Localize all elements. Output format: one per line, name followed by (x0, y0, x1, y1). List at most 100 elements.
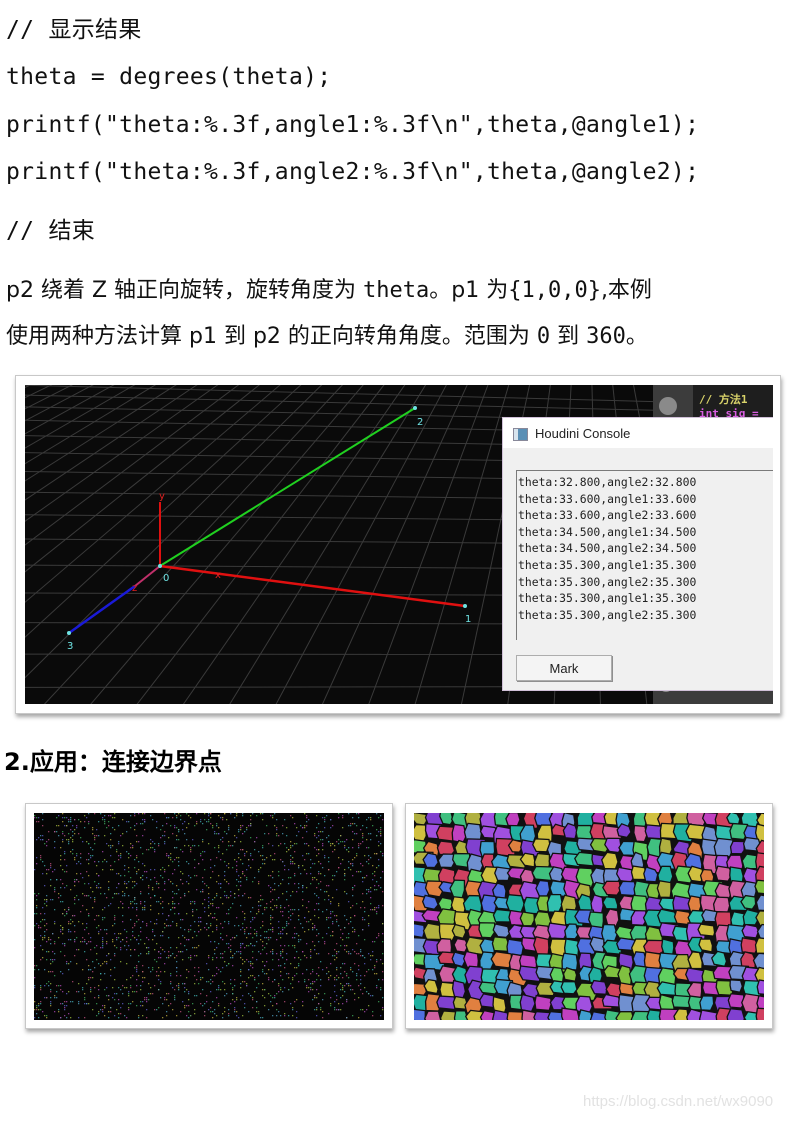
grid-line (25, 385, 32, 389)
boundary-point (250, 819, 252, 821)
boundary-point (344, 971, 346, 973)
boundary-point (272, 815, 274, 817)
view-tool-icon[interactable] (659, 397, 677, 415)
boundary-point (74, 897, 76, 899)
boundary-point (280, 953, 282, 955)
boundary-point (130, 985, 132, 987)
boundary-point (278, 927, 280, 929)
boundary-point (174, 995, 176, 997)
boundary-point (246, 877, 248, 879)
boundary-point (102, 943, 104, 945)
boundary-point (136, 915, 138, 917)
boundary-point (308, 991, 310, 993)
boundary-point (118, 843, 120, 845)
boundary-point (358, 969, 360, 971)
boundary-point (136, 823, 138, 825)
boundary-point (270, 815, 272, 817)
boundary-point (382, 871, 384, 873)
boundary-point (228, 1009, 230, 1011)
boundary-point (210, 867, 212, 869)
code-inline: 360 (586, 324, 626, 349)
boundary-point (232, 867, 234, 869)
boundary-point (214, 941, 216, 943)
boundary-point (252, 813, 254, 815)
boundary-point (150, 905, 152, 907)
boundary-point (84, 883, 86, 885)
boundary-point (360, 871, 362, 873)
boundary-point (380, 843, 382, 845)
boundary-point (134, 885, 136, 887)
boundary-point (240, 987, 242, 989)
boundary-point (106, 861, 108, 863)
boundary-point (194, 901, 196, 903)
boundary-point (242, 849, 244, 851)
boundary-point (196, 995, 198, 997)
boundary-point (178, 937, 180, 939)
boundary-point (170, 1003, 172, 1005)
boundary-point (332, 897, 334, 899)
console-output[interactable]: theta:32.800,angle2:32.800 theta:33.600,a… (516, 470, 773, 640)
boundary-point (302, 927, 304, 929)
boundary-point (362, 993, 364, 995)
3d-viewport[interactable]: y x z 0123 // 方法1 int sig = Houdini Cons… (25, 385, 773, 704)
boundary-point (138, 861, 140, 863)
boundary-point (172, 833, 174, 835)
boundary-point (206, 929, 208, 931)
boundary-point (258, 881, 260, 883)
boundary-point (172, 903, 174, 905)
boundary-point (144, 871, 146, 873)
boundary-point (366, 875, 368, 877)
boundary-point (224, 1007, 226, 1009)
boundary-point (258, 901, 260, 903)
voronoi-cell (451, 979, 467, 999)
boundary-point (178, 857, 180, 859)
boundary-point (202, 889, 204, 891)
boundary-point (148, 887, 150, 889)
boundary-point (42, 819, 44, 821)
boundary-point (134, 867, 136, 869)
boundary-point (222, 953, 224, 955)
boundary-point (326, 837, 328, 839)
console-titlebar[interactable]: Houdini Console (503, 418, 773, 448)
boundary-point (106, 933, 108, 935)
boundary-point (62, 869, 64, 871)
boundary-point (330, 903, 332, 905)
boundary-point (230, 845, 232, 847)
boundary-point (128, 881, 130, 883)
boundary-point (320, 1007, 322, 1009)
boundary-point (208, 905, 210, 907)
boundary-point (36, 863, 38, 865)
boundary-point (130, 903, 132, 905)
boundary-point (164, 881, 166, 883)
voronoi-cell (601, 993, 622, 1008)
boundary-point (264, 859, 266, 861)
voronoi-cell (754, 937, 764, 954)
boundary-point (54, 995, 56, 997)
boundary-point (168, 957, 170, 959)
boundary-point (54, 921, 56, 923)
boundary-point (80, 857, 82, 859)
boundary-point (94, 843, 96, 845)
boundary-point (88, 863, 90, 865)
boundary-point (90, 897, 92, 899)
boundary-point (174, 825, 176, 827)
boundary-point (194, 867, 196, 869)
boundary-point (246, 983, 248, 985)
boundary-point (372, 995, 374, 997)
boundary-point (74, 939, 76, 941)
boundary-point (298, 957, 300, 959)
boundary-point (44, 1015, 46, 1017)
boundary-point (312, 877, 314, 879)
description-text: 到 (550, 324, 587, 349)
boundary-point (48, 937, 50, 939)
boundary-point (332, 921, 334, 923)
boundary-point (120, 961, 122, 963)
boundary-point (128, 1009, 130, 1011)
boundary-point (208, 907, 210, 909)
boundary-point (234, 897, 236, 899)
boundary-point (148, 967, 150, 969)
boundary-point (296, 1017, 298, 1019)
boundary-point (176, 847, 178, 849)
boundary-point (144, 865, 146, 867)
mark-button[interactable]: Mark (516, 655, 612, 681)
